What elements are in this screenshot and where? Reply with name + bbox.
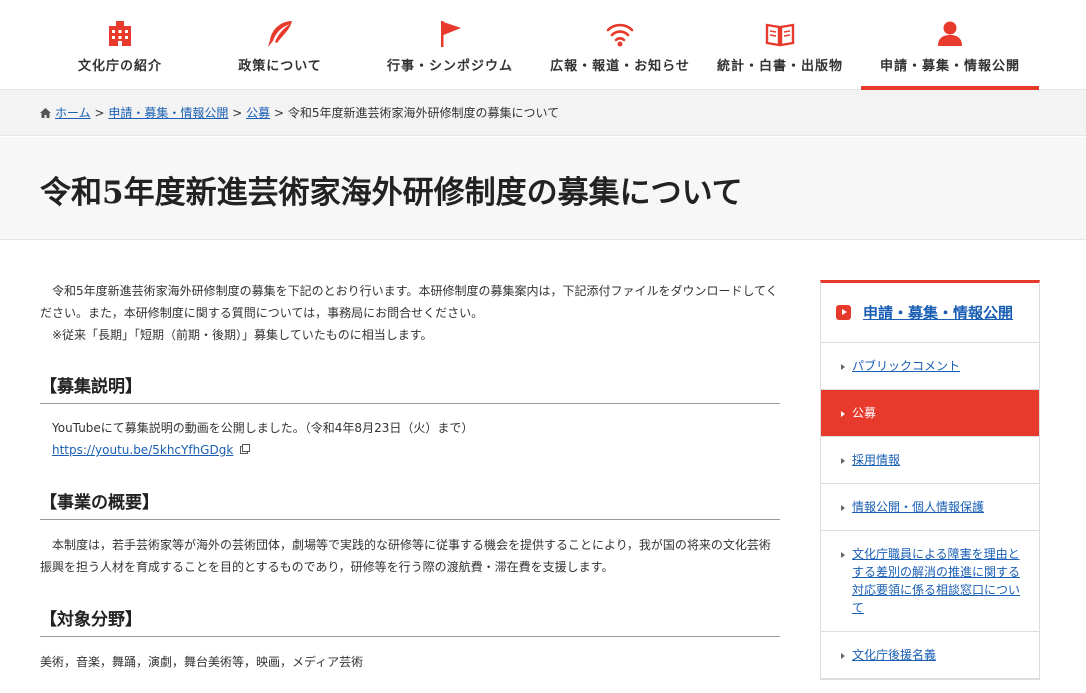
title-band: 令和5年度新進芸術家海外研修制度の募集について: [0, 137, 1086, 240]
overview-text: 本制度は，若手芸術家等が海外の芸術団体，劇場等で実践的な研修等に従事する機会を提…: [40, 538, 771, 574]
section-heading-fields: 【対象分野】: [40, 605, 780, 637]
note-paragraph: ※従来「長期」「短期（前期・後期）」募集していたものに相当します。: [52, 328, 433, 342]
sidebar-item-label[interactable]: 公募: [852, 406, 876, 420]
breadcrumb-separator: >: [232, 106, 243, 120]
flag-icon: [441, 21, 461, 47]
sidebar-item-label[interactable]: 採用情報: [852, 453, 900, 467]
nav-item-label: 行事・シンポジウム: [386, 59, 513, 74]
nav-item-label: 広報・報道・お知らせ: [550, 59, 690, 74]
nav-item-about[interactable]: 文化庁の紹介: [40, 0, 200, 90]
youtube-link-row: https://youtu.be/5khcYfhGDgk: [52, 439, 251, 461]
fields-text: 美術，音楽，舞踊，演劇，舞台美術等，映画，メディア芸術: [40, 655, 364, 669]
sidebar-heading-label: 申請・募集・情報公開: [863, 304, 1014, 322]
nav-item-news[interactable]: 広報・報道・お知らせ: [540, 0, 700, 90]
nav-item-policy[interactable]: 政策について: [200, 0, 360, 90]
breadcrumb-home-link[interactable]: ホーム: [55, 106, 91, 120]
chevron-right-icon: [841, 552, 845, 558]
global-nav: 文化庁の紹介 政策について 行事・シンポジウム 広報・報道・お知らせ 統計・白書…: [0, 0, 1086, 90]
broadcast-icon: [606, 23, 634, 47]
chevron-right-icon: [841, 411, 845, 417]
breadcrumb: ホーム > 申請・募集・情報公開 > 公募 > 令和5年度新進芸術家海外研修制度…: [40, 104, 559, 121]
chevron-right-icon: [841, 364, 845, 370]
sidebar-item-label[interactable]: 文化庁職員による障害を理由とする差別の解消の推進に関する対応要領に係る相談窓口に…: [852, 547, 1020, 615]
explain-text: YouTubeにて募集説明の動画を公開しました。（令和4年8月23日（火）まで）: [52, 421, 474, 435]
chevron-right-icon: [841, 458, 845, 464]
external-link-icon: [240, 444, 251, 454]
sidebar-item-public-comment[interactable]: パブリックコメント: [821, 343, 1039, 390]
nav-item-label: 統計・白書・出版物: [716, 59, 843, 74]
sidebar-item-koubo[interactable]: 公募: [821, 390, 1039, 437]
breadcrumb-level2-link[interactable]: 公募: [246, 106, 270, 120]
nav-item-events[interactable]: 行事・シンポジウム: [370, 0, 530, 90]
intro-paragraph: 令和5年度新進芸術家海外研修制度の募集を下記のとおり行います。本研修制度の募集案…: [40, 284, 778, 320]
play-icon: [836, 305, 851, 320]
building-icon: [109, 21, 131, 46]
sidebar-nav: 申請・募集・情報公開 パブリックコメント 公募 採用情報 情報公開・個人情報保護…: [820, 280, 1040, 680]
home-icon: [40, 108, 51, 118]
person-icon: [938, 21, 962, 46]
sidebar-item-consultation[interactable]: 文化庁職員による障害を理由とする差別の解消の推進に関する対応要領に係る相談窓口に…: [821, 531, 1039, 632]
breadcrumb-bar: ホーム > 申請・募集・情報公開 > 公募 > 令和5年度新進芸術家海外研修制度…: [0, 90, 1086, 136]
breadcrumb-separator: >: [94, 106, 105, 120]
chevron-right-icon: [841, 653, 845, 659]
book-icon: [765, 23, 795, 47]
breadcrumb-separator: >: [273, 106, 284, 120]
sidebar-item-recruitment[interactable]: 採用情報: [821, 437, 1039, 484]
sidebar-heading[interactable]: 申請・募集・情報公開: [821, 283, 1039, 343]
nav-item-publications[interactable]: 統計・白書・出版物: [700, 0, 860, 90]
sidebar-item-label[interactable]: 文化庁後援名義: [852, 648, 936, 662]
nav-item-applications[interactable]: 申請・募集・情報公開: [861, 0, 1039, 90]
page-title: 令和5年度新進芸術家海外研修制度の募集について: [40, 175, 743, 211]
youtube-link[interactable]: https://youtu.be/5khcYfhGDgk: [52, 443, 233, 457]
nav-item-label: 申請・募集・情報公開: [879, 59, 1020, 74]
nav-item-label: 文化庁の紹介: [77, 59, 162, 74]
sidebar-item-disclosure[interactable]: 情報公開・個人情報保護: [821, 484, 1039, 531]
nav-item-label: 政策について: [238, 59, 322, 74]
section-heading-explain: 【募集説明】: [40, 372, 780, 404]
quill-pen-icon: [268, 21, 292, 47]
chevron-right-icon: [841, 505, 845, 511]
breadcrumb-level1-link[interactable]: 申請・募集・情報公開: [108, 106, 228, 120]
sidebar-item-label[interactable]: パブリックコメント: [852, 359, 960, 373]
sidebar-item-label[interactable]: 情報公開・個人情報保護: [852, 500, 984, 514]
breadcrumb-current: 令和5年度新進芸術家海外研修制度の募集について: [287, 106, 560, 120]
section-heading-overview: 【事業の概要】: [40, 488, 780, 520]
sidebar-item-sponsorship[interactable]: 文化庁後援名義: [821, 632, 1039, 679]
